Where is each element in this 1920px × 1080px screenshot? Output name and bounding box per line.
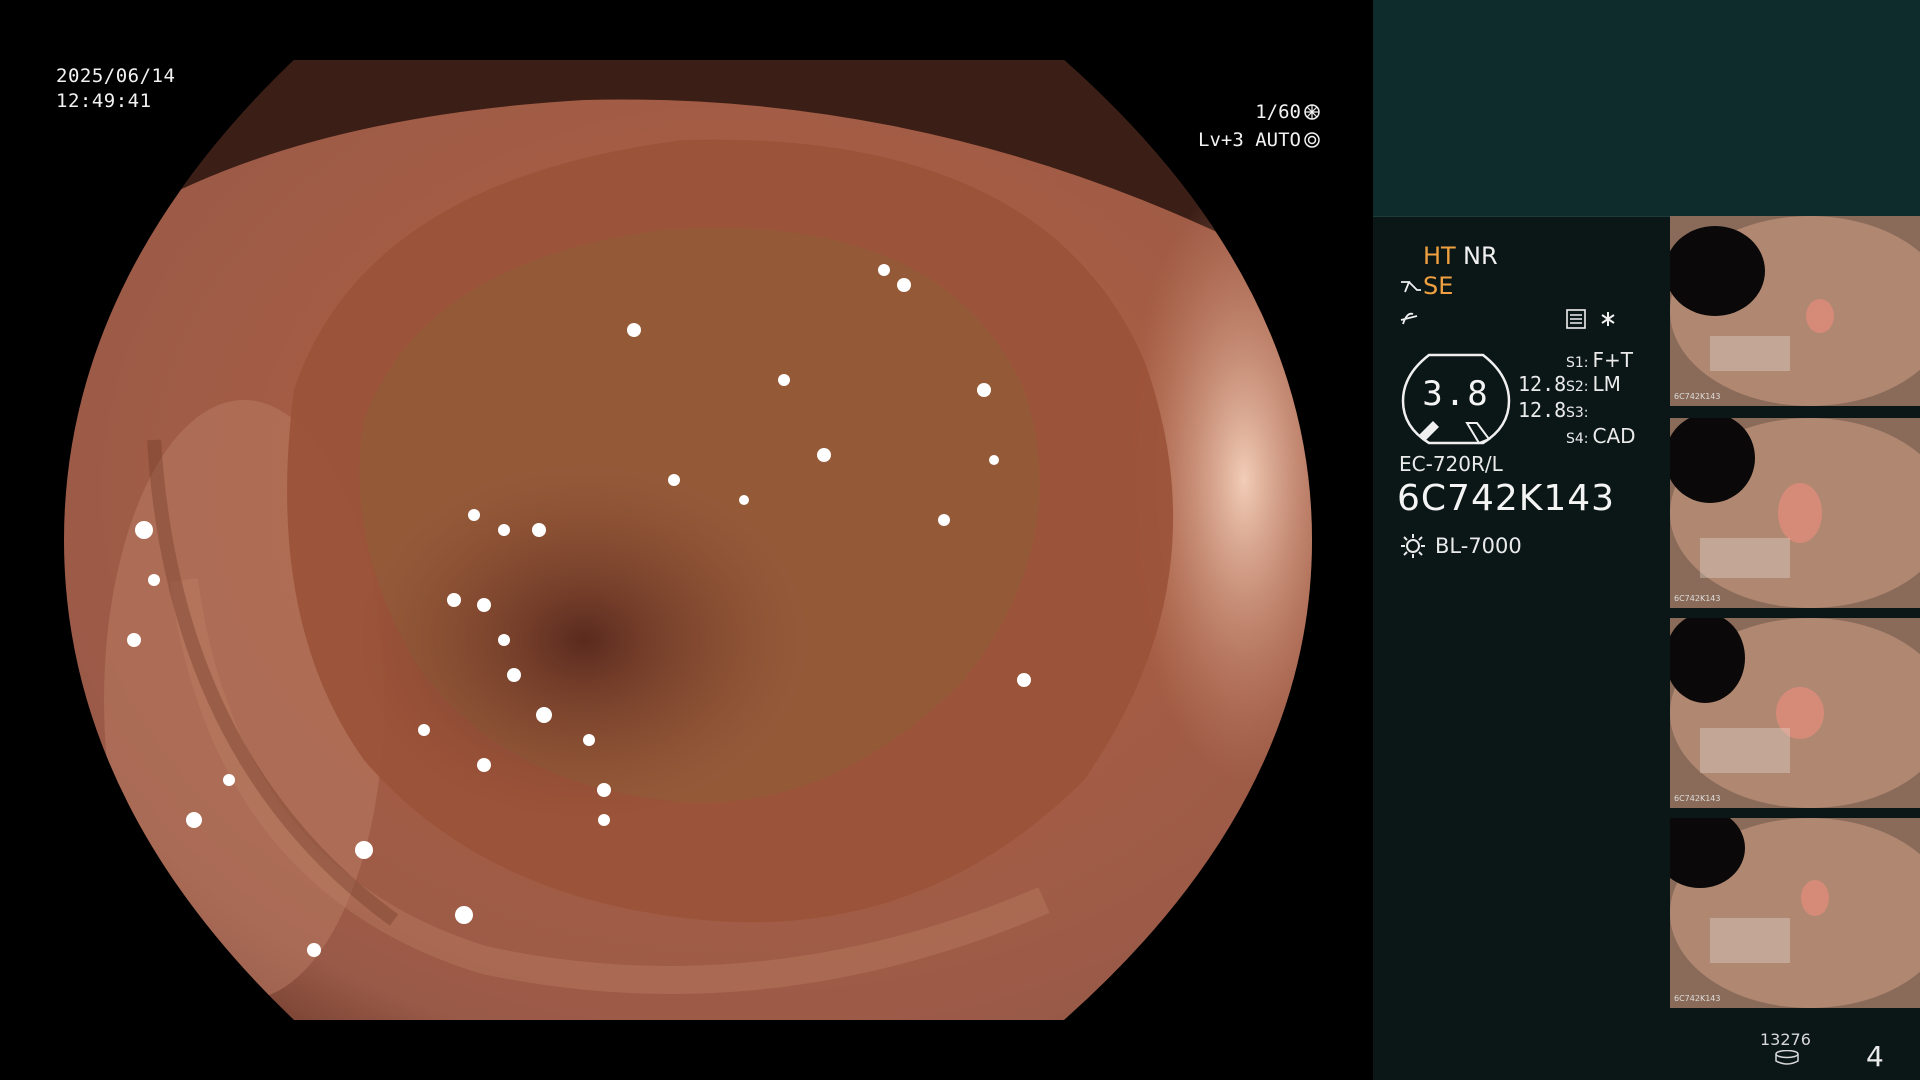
time-text: 12:49:41 bbox=[56, 90, 152, 112]
setting-value: LM bbox=[1592, 372, 1621, 396]
setting-value: F+T bbox=[1592, 348, 1633, 372]
scope-serial-text: 6C742K143 bbox=[1397, 478, 1616, 519]
side-value-1: 12.8 bbox=[1518, 372, 1567, 396]
setting-s1: S1: F+T bbox=[1566, 348, 1633, 372]
exposure-readout: 1/60 Lv+3 AUTO bbox=[1198, 98, 1320, 154]
setting-s2: S2: LM bbox=[1566, 372, 1621, 396]
mode-se: SE bbox=[1423, 272, 1454, 300]
setting-key: S2: bbox=[1566, 379, 1589, 395]
setting-key: S3: bbox=[1566, 405, 1589, 421]
structure-enhance-icon bbox=[1401, 281, 1421, 293]
date-text: 2025/06/14 bbox=[56, 65, 176, 87]
thumbnail-image bbox=[1670, 216, 1920, 406]
record-settings-icon bbox=[1566, 309, 1586, 329]
shutter-icon bbox=[1304, 104, 1320, 120]
thumbnail-caption: 6C742K143 bbox=[1674, 994, 1721, 1003]
thumbnail-caption: 6C742K143 bbox=[1674, 594, 1721, 603]
thumbnail-image bbox=[1670, 418, 1920, 608]
zoom-gauge-value: 3.8 bbox=[1422, 374, 1490, 414]
capture-thumbnail-3[interactable]: 6C742K143 bbox=[1670, 618, 1920, 808]
thumbnail-image bbox=[1670, 618, 1920, 808]
setting-value: CAD bbox=[1592, 424, 1636, 448]
storage-counter: 13276 bbox=[1760, 1030, 1811, 1049]
storage-disk-icon bbox=[1775, 1050, 1799, 1065]
patient-info-box bbox=[1373, 0, 1920, 217]
setting-key: S1: bbox=[1566, 355, 1589, 371]
endoscopic-image bbox=[64, 60, 1312, 1020]
scope-model-text: EC-720R/L bbox=[1399, 452, 1503, 476]
shutter-speed-text: 1/60 bbox=[1255, 101, 1301, 123]
side-value-2: 12.8 bbox=[1518, 398, 1567, 422]
light-source-text: BL-7000 bbox=[1435, 534, 1522, 558]
capture-thumbnail-2[interactable]: 6C742K143 bbox=[1670, 418, 1920, 608]
iris-icon bbox=[1304, 132, 1320, 148]
capture-thumbnail-1[interactable]: 6C742K143 bbox=[1670, 216, 1920, 406]
color-enhance-icon bbox=[1400, 312, 1418, 325]
mode-ht: HT bbox=[1423, 242, 1456, 270]
setting-s3: S3: bbox=[1566, 398, 1593, 422]
thumbnail-caption: 6C742K143 bbox=[1674, 794, 1721, 803]
setting-key: S4: bbox=[1566, 431, 1589, 447]
light-source: BL-7000 bbox=[1399, 532, 1522, 560]
endoscope-main-view: 2025/06/14 12:49:41 1/60 Lv+3 AUTO bbox=[0, 0, 1372, 1080]
page-number: 4 bbox=[1866, 1040, 1884, 1073]
setting-s4: S4: CAD bbox=[1566, 424, 1636, 448]
date-time-readout: 2025/06/14 12:49:41 bbox=[56, 64, 175, 114]
brightness-level-text: Lv+3 AUTO bbox=[1198, 129, 1301, 151]
light-source-icon bbox=[1401, 534, 1425, 558]
capture-thumbnail-4[interactable]: 6C742K143 bbox=[1670, 818, 1920, 1008]
thumbnail-image bbox=[1670, 818, 1920, 1008]
asterisk-icon bbox=[1601, 312, 1615, 326]
mode-nr: NR bbox=[1463, 242, 1498, 270]
settings-area: HT NR SE 3.8 12.8 12.8 S1: F+T S2: LM S3… bbox=[1373, 216, 1673, 1080]
thumbnail-caption: 6C742K143 bbox=[1674, 392, 1721, 401]
